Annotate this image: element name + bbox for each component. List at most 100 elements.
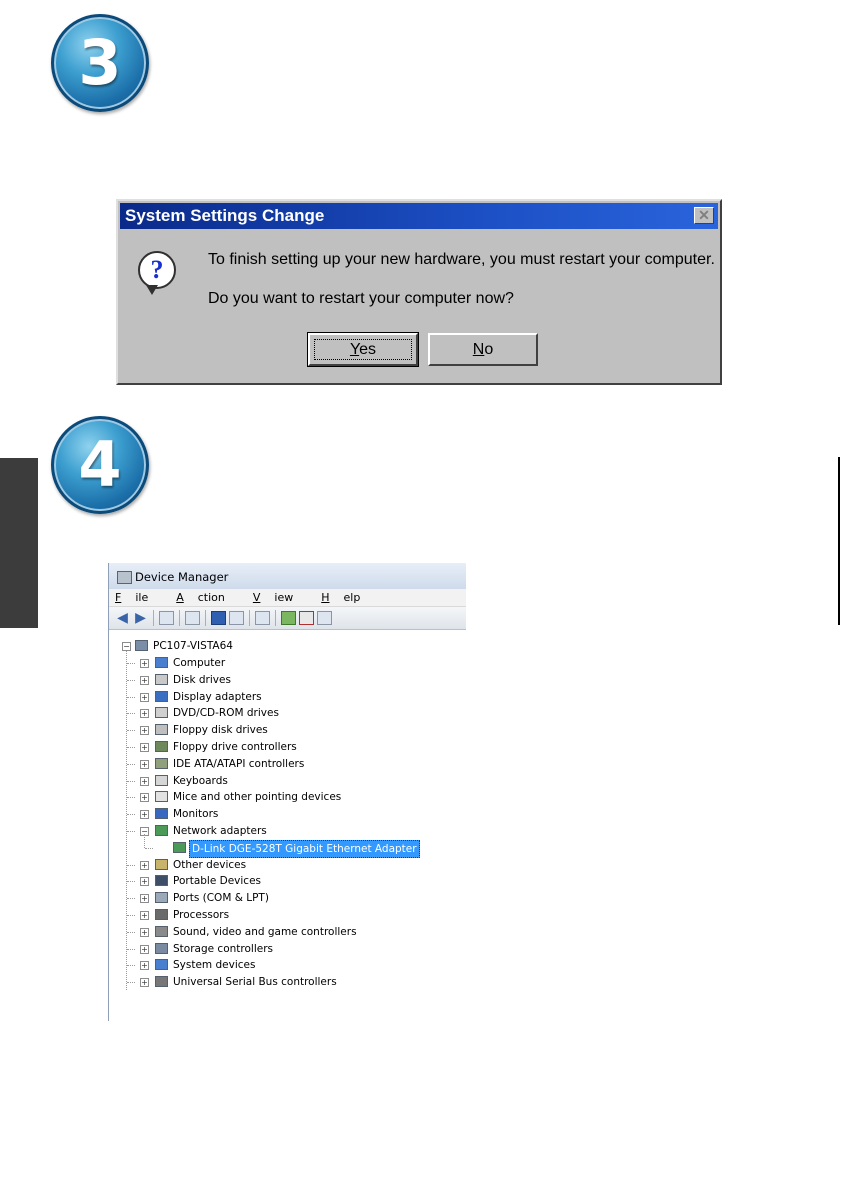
network-adapter-icon [155,825,168,836]
tree-item-label: DVD/CD-ROM drives [173,707,279,720]
floppy-drive-icon [155,724,168,736]
expand-icon[interactable]: + [140,743,149,752]
tree-item-selected[interactable]: D-Link DGE-528T Gigabit Ethernet Adapter [109,833,466,858]
device-manager-window: Device Manager File Action View Help ◀ ▶… [108,563,466,1021]
tree-item[interactable]: + Sound, video and game controllers [109,924,466,940]
collapse-icon[interactable]: − [122,642,131,651]
expand-icon[interactable]: + [140,810,149,820]
tree-item[interactable]: + Keyboards [109,773,466,789]
tree-connector [127,747,135,748]
menu-help[interactable]: Help [321,589,374,606]
menu-action[interactable]: Action [176,589,239,606]
tree-item[interactable]: + Storage controllers [109,941,466,957]
tree-item[interactable]: + Display adapters [109,689,466,705]
storage-controller-icon [155,942,168,954]
properties-icon[interactable] [185,611,200,625]
expand-icon[interactable]: + [140,692,149,702]
expand-icon[interactable]: + [140,911,149,920]
device-manager-title-bar: Device Manager [109,563,466,589]
tree-item[interactable]: + Mice and other pointing devices [109,789,466,805]
tree-item[interactable]: + Other devices [109,857,466,873]
forward-icon[interactable]: ▶ [133,611,148,625]
expand-icon[interactable]: + [140,894,149,904]
expand-icon[interactable]: + [140,978,149,988]
usb-icon [155,976,168,988]
tree-item[interactable]: + Computer [109,655,466,671]
expand-icon[interactable]: + [140,944,149,954]
tree-root-label: PC107-VISTA64 [153,640,233,652]
tree-connector [127,982,135,984]
tree-connector [127,948,135,950]
tree-item[interactable]: + IDE ATA/ATAPI controllers [109,756,466,772]
computer-root-icon [135,640,148,651]
tree-connector [127,730,135,732]
dialog-title-bar: System Settings Change ✕ [120,203,718,229]
computer-icon [155,657,168,668]
tree-item[interactable]: + Floppy drive controllers [109,739,466,755]
tree-connector [127,679,135,681]
expand-icon[interactable]: + [140,776,149,786]
toolbar: ◀ ▶ [109,607,466,630]
tree-item[interactable]: + Disk drives [109,672,466,688]
disk-drive-icon [155,673,168,685]
tree-connector [127,881,135,883]
tree-item[interactable]: + Portable Devices [109,873,466,889]
tree-connector [127,814,135,816]
tree-item[interactable]: + DVD/CD-ROM drives [109,705,466,721]
tree-item[interactable]: + System devices [109,957,466,973]
scan-hardware-icon[interactable] [255,611,270,625]
display-adapter-icon [155,690,168,702]
action-pane-icon[interactable] [229,611,244,625]
toolbar-separator [205,610,206,626]
tree-root[interactable]: − PC107-VISTA64 [109,638,466,654]
tree-item[interactable]: + Universal Serial Bus controllers [109,974,466,990]
tree-connector [127,763,135,765]
menu-file[interactable]: File [115,589,162,606]
tree-item[interactable]: + Monitors [109,806,466,822]
close-icon[interactable]: ✕ [694,207,714,224]
floppy-controller-icon [155,741,168,752]
tree-connector [127,797,135,799]
expand-icon[interactable]: + [140,927,149,937]
margin-rule [838,457,840,625]
disable-device-icon[interactable] [317,611,332,625]
expand-icon[interactable]: + [140,877,149,887]
tree-connector [127,663,135,664]
dialog-message: To finish setting up your new hardware, … [208,251,715,268]
expand-icon[interactable]: + [140,961,149,971]
tree-item-label: Other devices [173,858,247,871]
tree-item[interactable]: + Processors [109,907,466,923]
show-hide-console-tree-icon[interactable] [159,611,174,625]
keyboard-icon [155,774,168,786]
processor-icon [155,909,168,920]
selected-device-label: D-Link DGE-528T Gigabit Ethernet Adapter [189,839,420,858]
menu-view[interactable]: View [253,589,307,606]
tree-item-label: Disk drives [173,673,231,686]
expand-icon[interactable]: + [140,709,149,719]
expand-icon[interactable]: + [140,726,149,736]
dvd-drive-icon [155,707,168,719]
dialog-question: Do you want to restart your computer now… [208,290,514,307]
uninstall-icon[interactable] [299,611,314,625]
tree-item-label: Keyboards [173,774,228,787]
tree-connector [127,780,135,782]
tree-item-label: Universal Serial Bus controllers [173,976,337,989]
portable-device-icon [155,875,168,887]
tree-item-label: Storage controllers [173,942,273,955]
expand-icon[interactable]: + [140,659,149,668]
expand-icon[interactable]: + [140,860,149,870]
expand-icon[interactable]: + [140,675,149,685]
update-driver-icon[interactable] [281,611,296,625]
help-icon[interactable] [211,611,226,625]
no-button[interactable]: No [428,333,538,366]
port-icon [155,892,168,904]
back-icon[interactable]: ◀ [115,611,130,625]
expand-icon[interactable]: + [140,793,149,803]
yes-button[interactable]: Yes [307,332,419,367]
question-icon: ? [138,251,176,289]
tree-item[interactable]: + Floppy disk drives [109,722,466,738]
expand-icon[interactable]: + [140,759,149,769]
tree-item[interactable]: + Ports (COM & LPT) [109,890,466,906]
step-4-badge: 4 [51,416,149,514]
tree-item[interactable]: − Network adapters [109,823,466,839]
